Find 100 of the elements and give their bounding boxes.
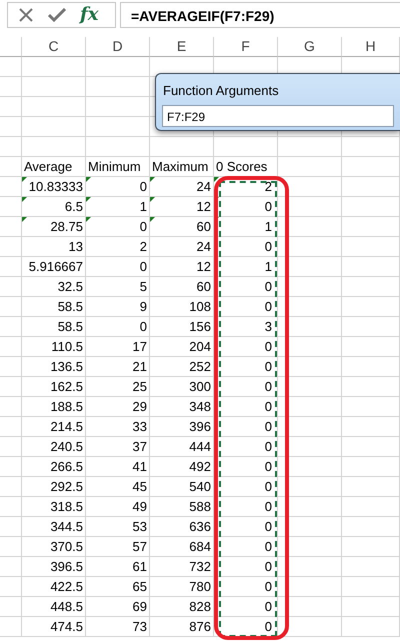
empty-cell	[278, 317, 342, 337]
table-cell: 29	[86, 397, 150, 417]
table-cell: 828	[150, 597, 214, 617]
table-cell: 60	[150, 277, 214, 297]
table-cell: 24	[150, 237, 214, 257]
table-cell: 0	[214, 577, 278, 597]
empty-cell	[86, 117, 150, 137]
empty-cell	[278, 457, 342, 477]
empty-cell	[0, 337, 22, 357]
empty-cell	[0, 197, 22, 217]
empty-cell	[342, 497, 400, 517]
checkmark-icon[interactable]	[48, 8, 66, 22]
empty-cell	[278, 297, 342, 317]
empty-cell	[0, 57, 22, 77]
empty-cell	[342, 177, 400, 197]
table-cell: 636	[150, 517, 214, 537]
table-cell: 540	[150, 477, 214, 497]
empty-cell	[278, 497, 342, 517]
empty-cell	[0, 357, 22, 377]
table-cell: 17	[86, 337, 150, 357]
empty-cell	[22, 57, 86, 77]
column-header[interactable]: H	[342, 37, 400, 57]
table-cell: 24	[150, 177, 214, 197]
empty-cell	[342, 377, 400, 397]
empty-cell	[0, 317, 22, 337]
table-cell: 60	[150, 217, 214, 237]
column-header[interactable]: F	[214, 37, 278, 57]
empty-cell	[22, 117, 86, 137]
empty-cell	[0, 377, 22, 397]
table-cell: 214.5	[22, 417, 86, 437]
range-field[interactable]: F7:F29	[162, 104, 394, 126]
table-cell: 61	[86, 557, 150, 577]
empty-cell	[342, 617, 400, 637]
table-cell: 300	[150, 377, 214, 397]
empty-cell	[278, 217, 342, 237]
column-header[interactable]: G	[278, 37, 342, 57]
empty-cell	[0, 217, 22, 237]
empty-cell	[278, 177, 342, 197]
table-cell: 0	[214, 537, 278, 557]
column-heading: 0 Scores	[215, 159, 268, 174]
cancel-icon[interactable]	[18, 7, 34, 23]
table-cell: 5.916667	[22, 257, 86, 277]
table-cell: 3	[214, 317, 278, 337]
table-cell: 0	[214, 357, 278, 377]
table-cell: 1	[214, 217, 278, 237]
table-cell: 13	[22, 237, 86, 257]
empty-cell	[278, 257, 342, 277]
empty-cell	[278, 537, 342, 557]
empty-cell	[342, 577, 400, 597]
table-cell: 0	[214, 517, 278, 537]
table-cell: 448.5	[22, 597, 86, 617]
formula-field[interactable]: =AVERAGEIF(F7:F29)	[120, 2, 400, 28]
empty-cell	[278, 597, 342, 617]
column-header[interactable]: C	[22, 37, 86, 57]
empty-cell	[342, 597, 400, 617]
table-cell: 292.5	[22, 477, 86, 497]
insert-function-button[interactable]: fx	[80, 6, 98, 24]
table-cell: 2	[86, 237, 150, 257]
table-cell: 0	[214, 237, 278, 257]
empty-cell	[342, 217, 400, 237]
empty-cell	[342, 277, 400, 297]
empty-cell	[0, 497, 22, 517]
empty-cell	[0, 617, 22, 637]
empty-cell	[278, 417, 342, 437]
empty-cell	[0, 37, 22, 57]
table-cell: 240.5	[22, 437, 86, 457]
table-cell: 2	[214, 177, 278, 197]
table-cell: 73	[86, 617, 150, 637]
empty-cell	[0, 537, 22, 557]
empty-cell	[342, 157, 400, 177]
empty-cell	[278, 437, 342, 457]
column-header[interactable]: E	[150, 37, 214, 57]
column-heading: Minimum	[87, 159, 141, 174]
table-cell: 162.5	[22, 377, 86, 397]
empty-cell	[342, 237, 400, 257]
empty-cell	[342, 317, 400, 337]
empty-cell	[342, 437, 400, 457]
table-cell: 0	[214, 477, 278, 497]
table-cell: 69	[86, 597, 150, 617]
empty-cell	[278, 357, 342, 377]
column-header[interactable]: D	[86, 37, 150, 57]
table-cell: 348	[150, 397, 214, 417]
table-cell: 65	[86, 577, 150, 597]
empty-cell	[0, 437, 22, 457]
table-cell: 344.5	[22, 517, 86, 537]
table-cell: 396.5	[22, 557, 86, 577]
table-cell: 474.5	[22, 617, 86, 637]
empty-cell	[342, 397, 400, 417]
table-cell: 49	[86, 497, 150, 517]
empty-cell	[342, 337, 400, 357]
table-cell: 6.5	[22, 197, 86, 217]
empty-cell	[0, 137, 22, 157]
table-cell: 21	[86, 357, 150, 377]
empty-cell	[22, 77, 86, 97]
empty-cell	[278, 397, 342, 417]
table-cell: 0	[214, 397, 278, 417]
empty-cell	[0, 577, 22, 597]
table-cell: 10.83333	[22, 177, 86, 197]
empty-cell	[278, 237, 342, 257]
empty-cell	[342, 517, 400, 537]
